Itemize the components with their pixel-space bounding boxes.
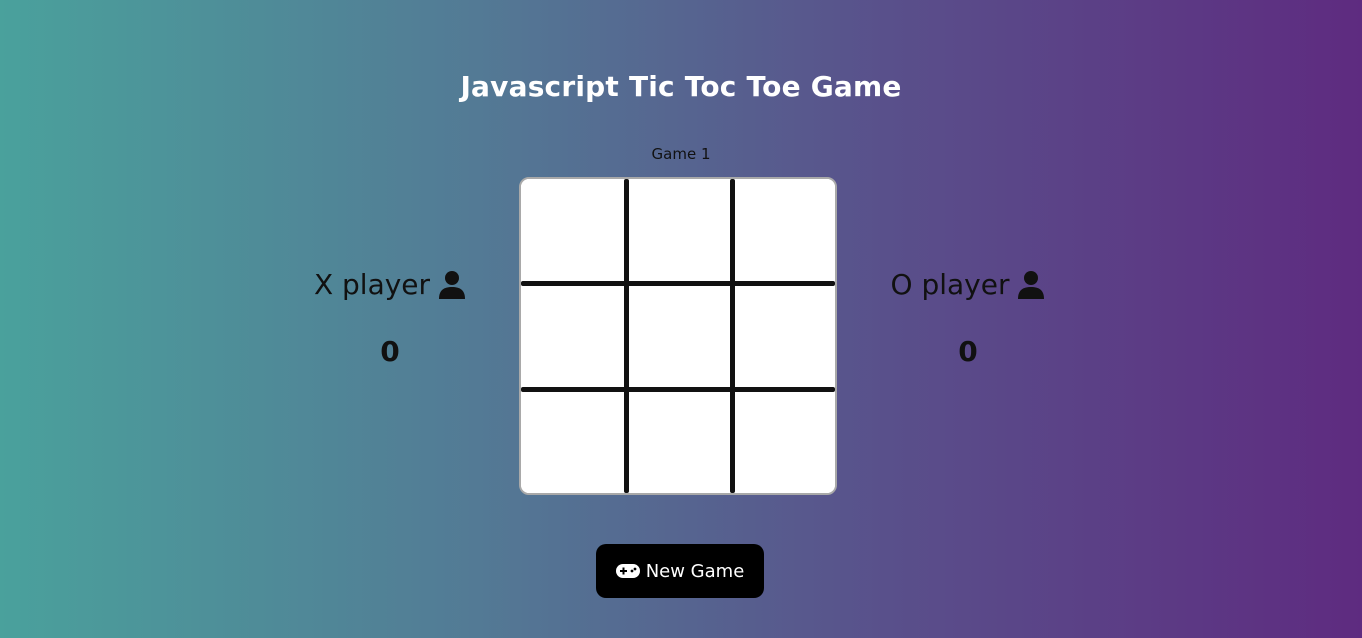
x-player-name-row: X player [314, 268, 466, 301]
x-player-score: 0 [380, 335, 400, 368]
board-cell[interactable] [730, 283, 835, 389]
board-cell[interactable] [625, 283, 731, 389]
new-game-label: New Game [645, 560, 745, 582]
grid-line-horizontal [521, 281, 835, 286]
board-cell[interactable] [521, 179, 626, 284]
game-board [519, 177, 837, 495]
board-cell[interactable] [730, 388, 835, 493]
user-icon [1018, 270, 1045, 299]
o-player-name: O player [890, 268, 1010, 301]
board-cell[interactable] [730, 179, 835, 284]
board-cell[interactable] [521, 388, 626, 493]
o-player-name-row: O player [891, 268, 1046, 301]
o-player-score: 0 [958, 335, 978, 368]
grid-line-horizontal [521, 387, 835, 392]
grid-line-vertical [730, 179, 735, 493]
x-player-name: X player [313, 268, 431, 301]
gamepad-icon [615, 564, 640, 578]
page-title: Javascript Tic Toc Toe Game [460, 70, 902, 103]
user-icon [439, 270, 466, 299]
game-label: Game 1 [651, 145, 711, 163]
board-cell[interactable] [521, 283, 626, 389]
o-player-panel: O player 0 [838, 268, 1098, 368]
board-cell[interactable] [625, 179, 731, 284]
grid-line-vertical [624, 179, 629, 493]
board-cell[interactable] [625, 388, 731, 493]
x-player-panel: X player 0 [260, 268, 520, 368]
new-game-button[interactable]: New Game [596, 544, 764, 598]
